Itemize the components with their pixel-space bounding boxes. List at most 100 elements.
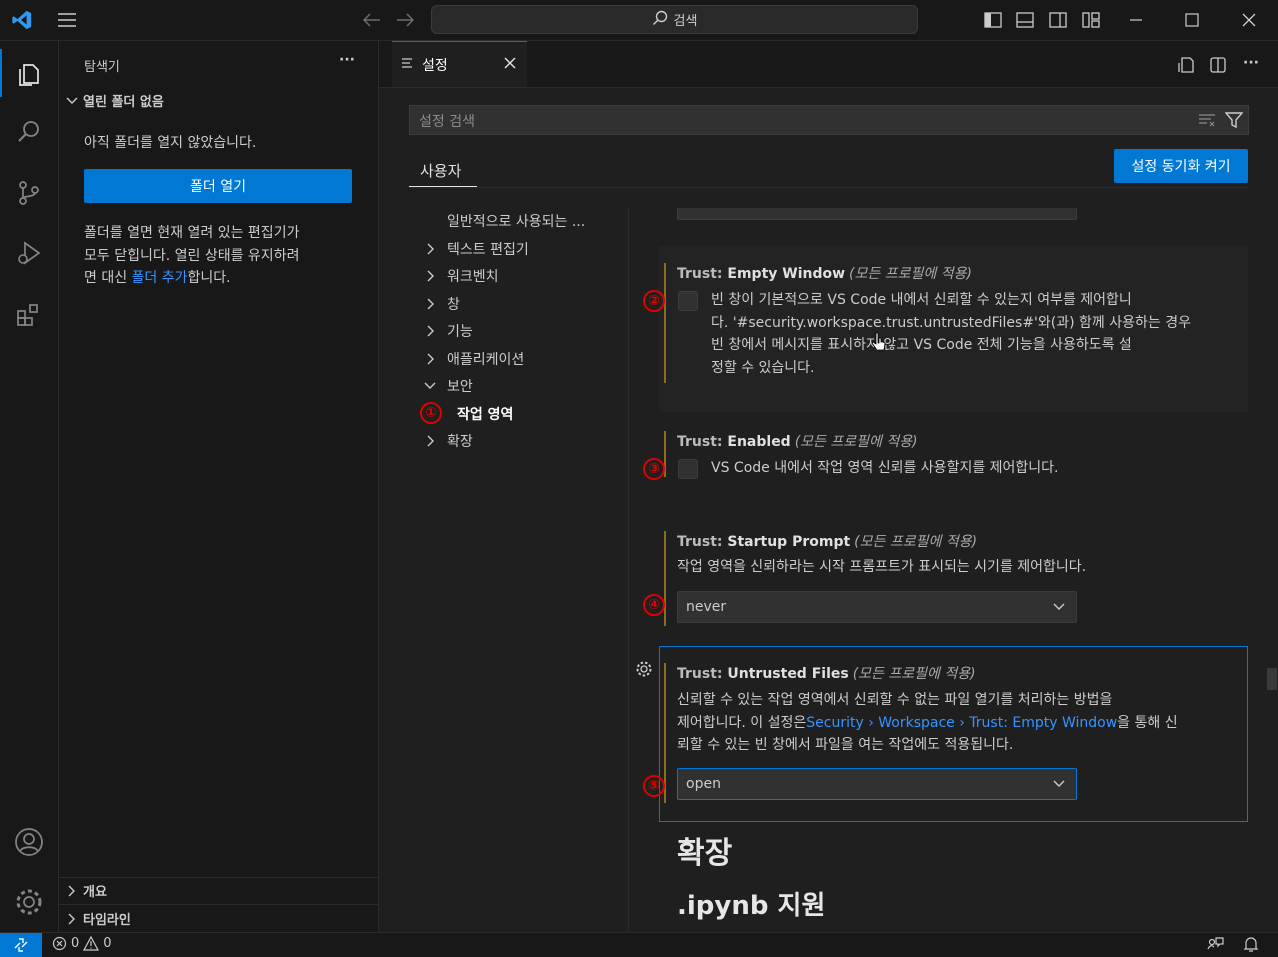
accounts-icon[interactable] [0,818,58,866]
remote-icon [14,938,28,952]
remote-indicator[interactable] [0,933,42,957]
split-editor-icon[interactable] [1206,53,1230,77]
setting-description: 작업 영역을 신뢰하라는 시작 프롬프트가 표시되는 시기를 제어합니다. [677,559,1087,575]
warning-icon [83,936,100,951]
empty-window-checkbox[interactable] [678,291,698,311]
add-folder-link[interactable]: 폴더 추가 [132,270,188,286]
toc-item[interactable]: 보안 [423,376,473,396]
info-line: 폴더를 열면 현재 열려 있는 편집기가 [84,225,300,241]
more-actions-icon[interactable]: ··· [1239,51,1263,75]
setting-title: Trust: Untrusted Files (모든 프로필에 적용) [677,666,976,682]
search-icon[interactable] [0,108,58,156]
toggle-primary-sidebar-icon[interactable] [981,8,1005,32]
manage-gear-icon[interactable] [0,878,58,926]
problems-indicator[interactable]: 0 0 [52,936,112,951]
source-control-icon[interactable] [0,169,58,217]
menu-icon[interactable] [55,8,79,32]
back-arrow-icon[interactable] [360,8,384,32]
previous-setting-select[interactable]: untilDismissed [677,208,1077,220]
annotation-badge: ③ [643,458,665,480]
chevron-right-icon [427,435,434,447]
vscode-logo-icon [10,8,34,32]
toc-item[interactable]: 창 [423,294,460,314]
tab-settings[interactable]: 설정 [392,41,527,87]
forward-arrow-icon[interactable] [393,8,417,32]
chevron-right-icon [427,325,434,337]
chevron-down-icon [424,382,436,389]
toc-item[interactable]: 확장 [423,431,473,451]
error-icon [52,936,67,951]
extensions-icon[interactable] [0,291,58,339]
run-debug-icon[interactable] [0,229,58,277]
toc-item[interactable]: 기능 [423,321,473,341]
open-folder-info: 폴더를 열면 현재 열려 있는 편집기가 모두 닫힙니다. 열린 상태를 유지하… [84,222,369,290]
empty-window-setting-link[interactable]: Security › Workspace › Trust: Empty Wind… [806,715,1117,731]
activity-bar [0,41,59,932]
setting-title: Trust: Startup Prompt (모든 프로필에 적용) [677,534,978,550]
more-actions-icon[interactable]: ··· [339,52,355,68]
toc-item[interactable]: 텍스트 편집기 [423,239,529,259]
search-icon [652,10,668,30]
chevron-down-icon [1052,600,1066,618]
tab-user-scope[interactable]: 사용자 [420,160,461,181]
settings-editor: 설정 검색 사용자 설정 동기화 켜기 일반적으로 사용되는 ... 텍스트 편… [379,88,1278,932]
trust-enabled-checkbox[interactable] [678,459,698,479]
feedback-icon[interactable] [1206,936,1224,956]
notifications-bell-icon[interactable] [1243,936,1259,957]
info-line: 면 대신 폴더 추가합니다. [84,270,231,286]
close-tab-icon[interactable] [503,56,517,74]
settings-toc: 일반적으로 사용되는 ... 텍스트 편집기 워크벤치 창 기능 애플리케이션 … [423,208,623,508]
chevron-right-icon [427,270,434,282]
explorer-sidebar: 탐색기 ··· 열린 폴더 없음 아직 폴더를 열지 않았습니다. 폴더 열기 … [59,41,379,932]
scrollbar-thumb[interactable] [1267,668,1277,690]
open-folder-button[interactable]: 폴더 열기 [84,169,352,203]
toc-item[interactable]: 워크벤치 [423,266,499,286]
setting-description: VS Code 내에서 작업 영역 신뢰를 사용할지를 제어합니다. [711,460,1059,476]
toggle-secondary-sidebar-icon[interactable] [1046,8,1070,32]
maximize-icon[interactable] [1180,8,1204,32]
annotation-badge: ⑤ [643,775,665,797]
open-settings-json-icon[interactable] [1174,53,1198,77]
toc-item[interactable]: 애플리케이션 [423,349,524,369]
divider [59,877,378,878]
section-header-timeline[interactable]: 타임라인 [65,909,131,928]
section-header-outline[interactable]: 개요 [65,881,107,900]
filter-icon[interactable] [1224,111,1244,133]
turn-on-settings-sync-button[interactable]: 설정 동기화 켜기 [1114,149,1248,183]
clear-filter-icon[interactable] [1198,113,1216,131]
search-label: 검색 [673,14,698,29]
customize-layout-icon[interactable] [1079,8,1103,32]
chevron-down-icon [1052,208,1066,215]
chevron-down-icon [66,97,78,104]
title-bar: 검색 [0,0,1278,41]
mouse-cursor-icon [871,332,887,356]
chevron-right-icon [427,353,434,365]
toc-item-active[interactable]: 작업 영역 [457,404,513,424]
chevron-down-icon [1052,777,1066,795]
chevron-right-icon [68,885,75,896]
subsection-heading: .ipynb 지원 [677,891,826,921]
close-icon[interactable] [1237,8,1261,32]
settings-list: untilDismissed Trust: Empty Window(모든 프로… [629,208,1278,932]
toggle-panel-icon[interactable] [1013,8,1037,32]
minimize-icon[interactable] [1124,8,1148,32]
divider [59,904,378,905]
chevron-right-icon [427,243,434,255]
section-header-no-folder[interactable]: 열린 폴더 없음 [65,91,164,110]
toc-item[interactable]: 일반적으로 사용되는 ... [447,211,585,231]
untrusted-files-select[interactable]: open [677,768,1077,800]
annotation-badge: ④ [643,594,665,616]
startup-prompt-select[interactable]: never [677,591,1077,623]
setting-description: 신뢰할 수 있는 작업 영역에서 신뢰할 수 없는 파일 열기를 처리하는 방법… [677,692,1178,753]
command-center-search[interactable]: 검색 [431,5,918,34]
modified-indicator [664,263,666,383]
chevron-right-icon [68,913,75,924]
setting-gear-icon[interactable] [635,660,653,682]
settings-search-input[interactable]: 설정 검색 [409,105,1249,135]
chevron-right-icon [427,298,434,310]
explorer-icon[interactable] [0,49,58,97]
sidebar-title: 탐색기 [84,60,120,75]
setting-title: Trust: Empty Window (모든 프로필에 적용) [677,266,972,282]
no-folder-text: 아직 폴더를 열지 않았습니다. [84,135,257,151]
editor-tab-bar: 설정 ··· [379,41,1278,88]
